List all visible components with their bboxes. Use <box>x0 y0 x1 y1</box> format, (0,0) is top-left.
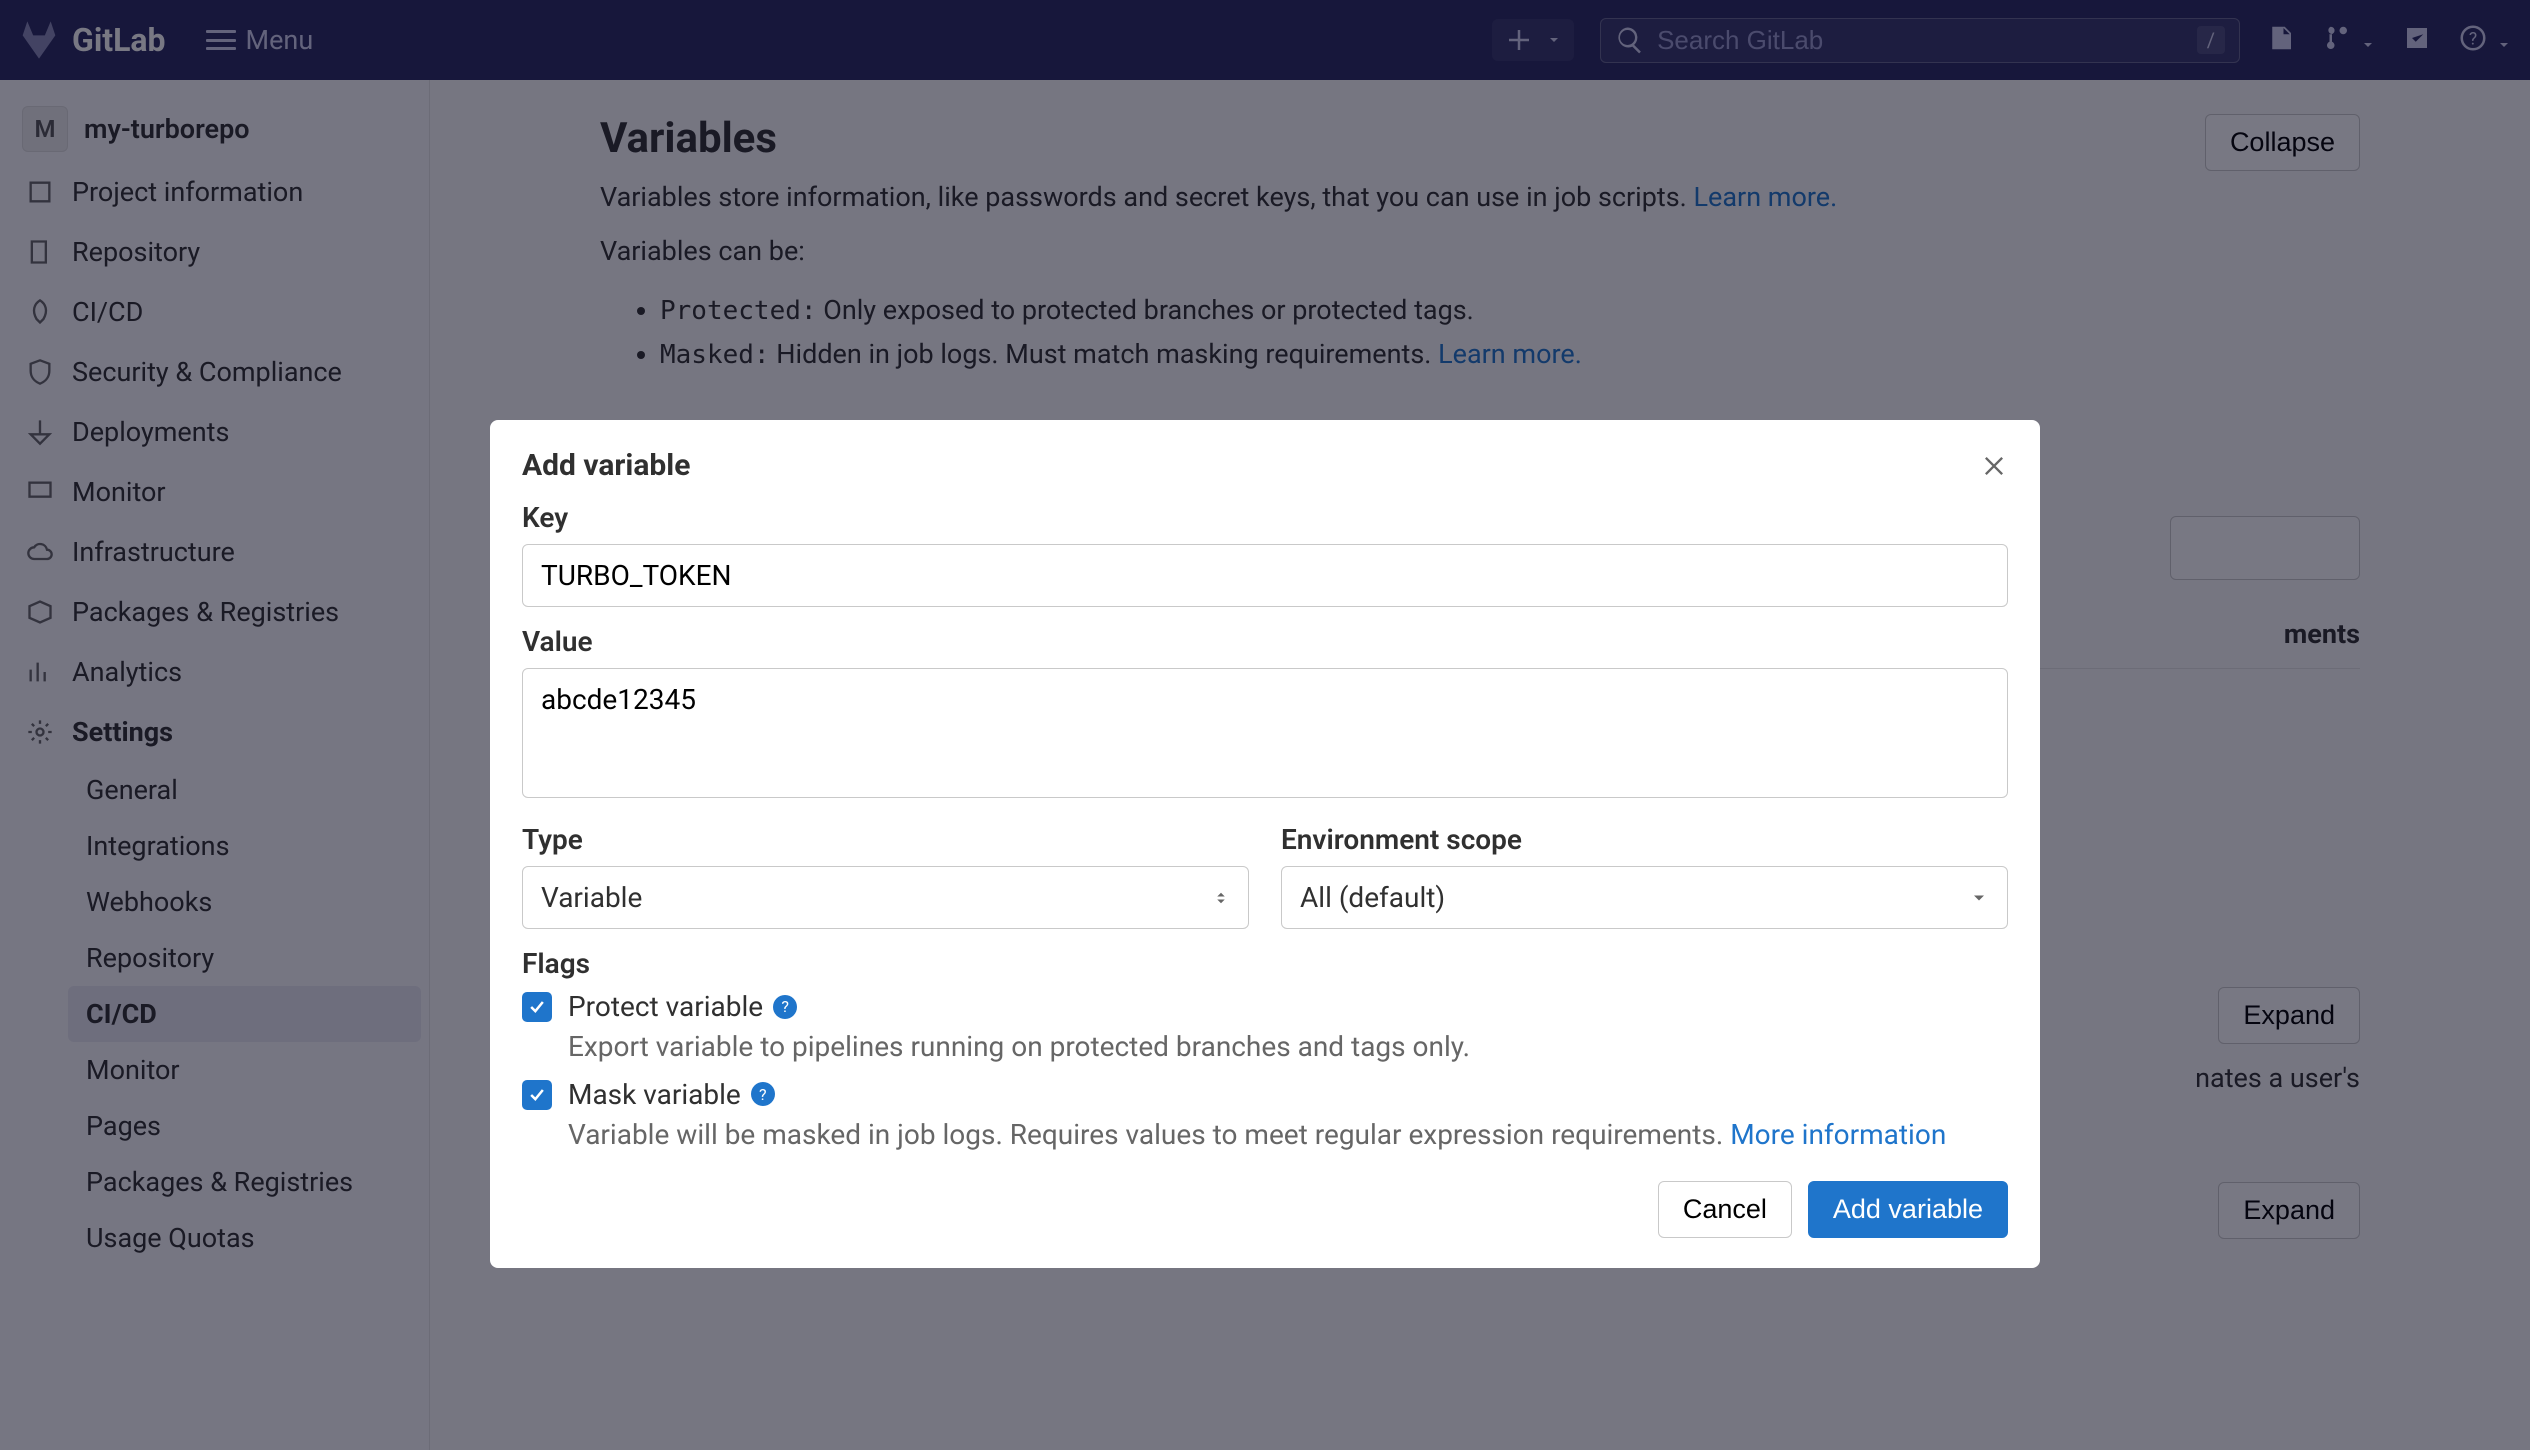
protect-checkbox[interactable] <box>522 992 552 1022</box>
scope-select[interactable]: All (default) <box>1281 866 2008 929</box>
cancel-button[interactable]: Cancel <box>1658 1181 1792 1238</box>
check-icon <box>527 1085 547 1105</box>
mask-desc-text: Variable will be masked in job logs. Req… <box>568 1118 1730 1151</box>
mask-desc: Variable will be masked in job logs. Req… <box>568 1115 2008 1156</box>
mask-flag-row: Mask variable ? Variable will be masked … <box>522 1078 2008 1156</box>
key-label: Key <box>522 501 2008 534</box>
flags-label: Flags <box>522 947 2008 980</box>
scope-label: Environment scope <box>1281 823 2008 856</box>
value-input[interactable] <box>522 668 2008 798</box>
key-input[interactable] <box>522 544 2008 607</box>
protect-desc: Export variable to pipelines running on … <box>568 1027 2008 1068</box>
close-icon[interactable] <box>1980 452 2008 480</box>
type-select[interactable]: Variable <box>522 866 1249 929</box>
type-selected-value: Variable <box>541 881 642 914</box>
check-icon <box>527 997 547 1017</box>
help-icon[interactable]: ? <box>751 1082 775 1106</box>
sort-icon <box>1212 887 1230 909</box>
protect-flag-row: Protect variable ? Export variable to pi… <box>522 990 2008 1068</box>
scope-selected-value: All (default) <box>1300 881 1445 914</box>
mask-title: Mask variable <box>568 1078 741 1111</box>
mask-checkbox[interactable] <box>522 1080 552 1110</box>
type-label: Type <box>522 823 1249 856</box>
chevron-down-icon <box>1969 888 1989 908</box>
modal-title: Add variable <box>522 448 690 483</box>
more-information-link[interactable]: More information <box>1730 1118 1946 1151</box>
add-variable-button[interactable]: Add variable <box>1808 1181 2008 1238</box>
value-label: Value <box>522 625 2008 658</box>
protect-title: Protect variable <box>568 990 763 1023</box>
add-variable-modal: Add variable Key Value Type Variable Env… <box>490 420 2040 1268</box>
help-icon[interactable]: ? <box>773 995 797 1019</box>
